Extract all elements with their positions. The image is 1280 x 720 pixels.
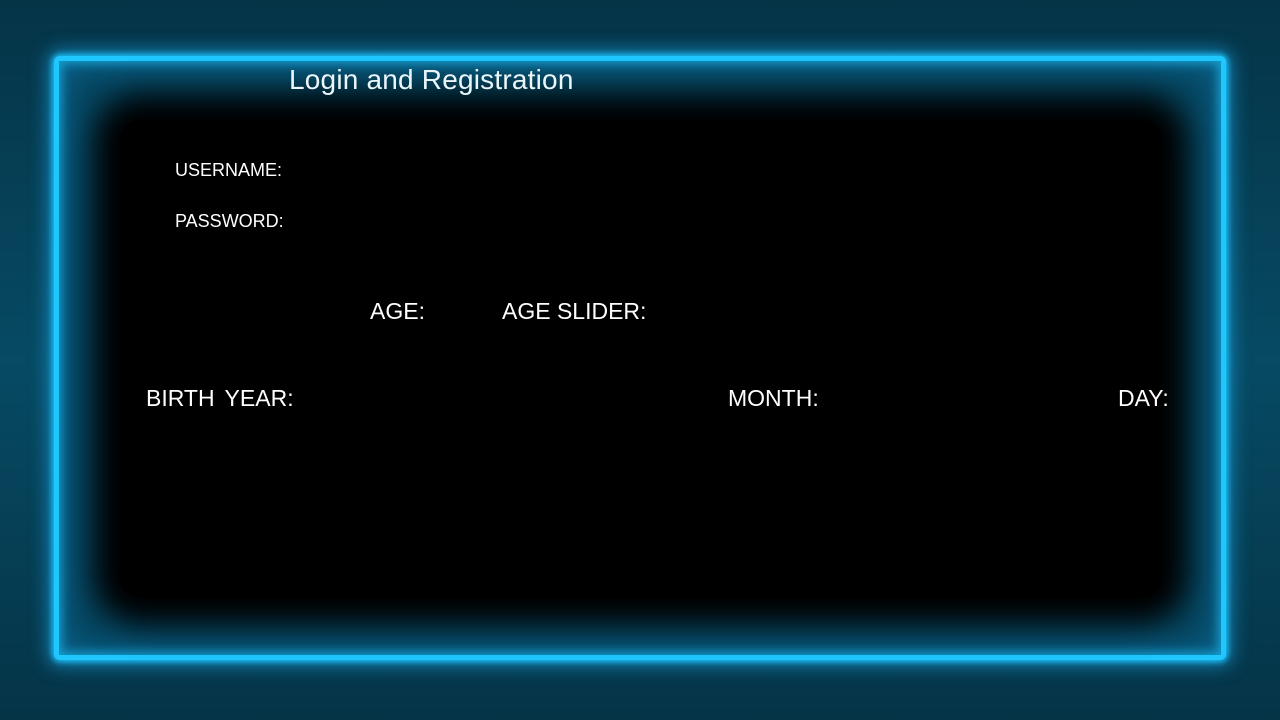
age-slider-label: AGE SLIDER:: [502, 298, 647, 324]
username-label: USERNAME:: [175, 160, 283, 180]
login-registration-window: Login and Registration USERNAME: PASSWOR…: [0, 0, 1280, 720]
birth-year-label: BIRTH YEAR:: [146, 385, 294, 411]
month-label: MONTH:: [728, 385, 819, 411]
day-label: DAY:: [1118, 385, 1169, 411]
window-title: Login and Registration: [289, 64, 574, 95]
password-label: PASSWORD:: [175, 211, 284, 231]
age-label: AGE:: [370, 298, 425, 324]
form-panel: [120, 120, 1162, 598]
